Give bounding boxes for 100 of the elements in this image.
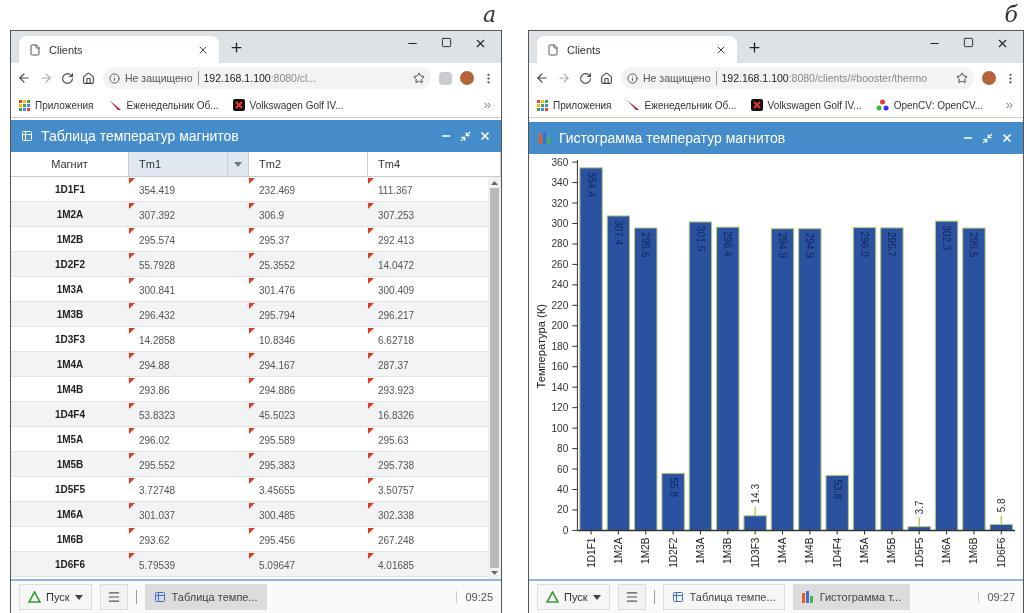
- start-icon: [28, 591, 41, 603]
- address-bar[interactable]: Не защищено 192.168.1.100:8080/clients/#booster/thermo: [621, 67, 974, 89]
- value-label: 307.4: [612, 219, 624, 246]
- tick-label: 0: [562, 524, 569, 536]
- table-cell-text: 1D3F3: [54, 332, 86, 347]
- table-icon: [671, 591, 684, 603]
- table-cell: 3.50757: [368, 477, 488, 501]
- table-cell: 287.37: [368, 352, 488, 376]
- category-label: 1M4B: [804, 537, 816, 564]
- reload-icon[interactable]: [579, 71, 592, 85]
- table-cell: 302.338: [368, 502, 488, 526]
- tick-label: 140: [551, 381, 569, 393]
- forward-icon[interactable]: [39, 71, 53, 85]
- tick-label: 200: [551, 320, 569, 332]
- bookmark[interactable]: Приложения: [19, 99, 94, 111]
- category-label: 1M4A: [777, 537, 788, 564]
- clock: 09:25: [456, 591, 493, 603]
- apps-grid-icon: [19, 99, 30, 111]
- close-icon[interactable]: [996, 37, 1009, 50]
- security-label: Не защищено: [125, 72, 193, 84]
- table-cell: 300.409: [368, 277, 488, 301]
- value-label: 301.5: [694, 226, 706, 252]
- table-cell: 295.63: [368, 427, 488, 451]
- new-tab-icon[interactable]: [229, 39, 244, 55]
- back-icon[interactable]: [535, 71, 549, 85]
- back-icon[interactable]: [17, 71, 31, 85]
- caret-icon[interactable]: [234, 161, 242, 167]
- table-cell: 14.2858: [129, 327, 249, 351]
- info-icon[interactable]: [627, 72, 638, 84]
- scroll-thumb[interactable]: [490, 188, 499, 568]
- table-cell: 301.476: [249, 277, 368, 301]
- table-cell: 300.841: [129, 277, 249, 301]
- home-icon[interactable]: [600, 71, 613, 85]
- star-icon[interactable]: [413, 72, 425, 84]
- bookmark[interactable]: Volkswagen Golf IV...: [750, 99, 862, 111]
- task-button[interactable]: Таблица темпе...: [662, 584, 785, 610]
- reload-icon[interactable]: [61, 71, 74, 85]
- category-label: 1D4F4: [831, 537, 843, 568]
- bookmark[interactable]: Еженедельник Об...: [107, 99, 219, 111]
- scrollbar[interactable]: [488, 177, 501, 579]
- table-cell: 3.45655: [249, 477, 368, 501]
- start-button[interactable]: Пуск: [537, 584, 610, 610]
- table-cell-text: 1M4A: [55, 357, 85, 372]
- value-label: 55.8: [667, 477, 679, 498]
- feather-icon: [625, 99, 640, 111]
- tick-label: 20: [557, 504, 569, 516]
- table-cell: 4.01685: [368, 552, 488, 576]
- bookmark[interactable]: Еженедельник Об...: [625, 99, 737, 111]
- star-icon[interactable]: [956, 72, 968, 84]
- table-cell: 25.3552: [249, 252, 368, 276]
- table-cell: 293.62: [129, 527, 249, 551]
- page-icon: [29, 43, 41, 56]
- address-bar[interactable]: Не защищено 192.168.1.100:8080/cl...: [103, 67, 431, 89]
- table-cell: 293.923: [368, 377, 488, 401]
- forward-icon[interactable]: [557, 71, 571, 85]
- home-icon[interactable]: [82, 71, 95, 85]
- close-icon[interactable]: [474, 37, 487, 50]
- table-cell: 307.253: [368, 202, 488, 226]
- table-cell: 295.574: [129, 227, 249, 251]
- category-label: 1D6F6: [995, 537, 1007, 568]
- scroll-up-icon[interactable]: [491, 180, 498, 186]
- table-cell-text: 1M6A: [55, 507, 85, 522]
- task-button[interactable]: Таблица темпе...: [144, 584, 267, 610]
- column-header[interactable]: Tm1: [129, 152, 249, 176]
- value-label: 302.3: [941, 225, 952, 251]
- value-label: 294.9: [776, 232, 788, 259]
- tick-label: 220: [551, 299, 569, 311]
- restore-icon[interactable]: [460, 130, 471, 142]
- start-button[interactable]: Пуск: [19, 584, 92, 610]
- new-tab-icon[interactable]: [747, 39, 762, 55]
- scroll-down-icon[interactable]: [491, 570, 498, 576]
- maximize-icon[interactable]: [963, 37, 974, 48]
- table-cell-text: 1M3B: [55, 307, 85, 322]
- table-cell: 295.456: [249, 527, 368, 551]
- bookmark[interactable]: OpenCV: OpenCV...: [875, 99, 983, 111]
- menu-button[interactable]: [99, 584, 128, 610]
- info-icon[interactable]: [109, 72, 120, 84]
- restore-icon[interactable]: [982, 132, 993, 144]
- table-cell: 45.5023: [249, 402, 368, 426]
- avatar[interactable]: [982, 71, 996, 85]
- table-cell-text: 1D6F6: [54, 557, 86, 572]
- tick-label: 300: [551, 218, 569, 230]
- menu-button[interactable]: [617, 584, 646, 610]
- bookmark[interactable]: Volkswagen Golf IV...: [232, 99, 344, 111]
- apps-grid-icon: [537, 99, 548, 111]
- category-label: 1M6B: [968, 537, 980, 564]
- bookmark[interactable]: Приложения: [537, 99, 612, 111]
- value-label: 295.6: [640, 232, 652, 258]
- maximize-icon[interactable]: [441, 37, 452, 48]
- tick-label: 240: [551, 279, 569, 291]
- table-cell: 294.88: [129, 352, 249, 376]
- avatar[interactable]: [460, 71, 474, 85]
- browser-tab[interactable]: Clients: [19, 36, 219, 63]
- browser-tab[interactable]: Clients: [537, 36, 737, 63]
- leader-line: [918, 516, 920, 528]
- table-cell: 295.589: [249, 427, 368, 451]
- value-label: 53.8: [831, 479, 843, 500]
- table-cell: 3.72748: [129, 477, 249, 501]
- table-cell: 296.02: [129, 427, 249, 451]
- task-button[interactable]: Гистограмма т...: [792, 584, 911, 610]
